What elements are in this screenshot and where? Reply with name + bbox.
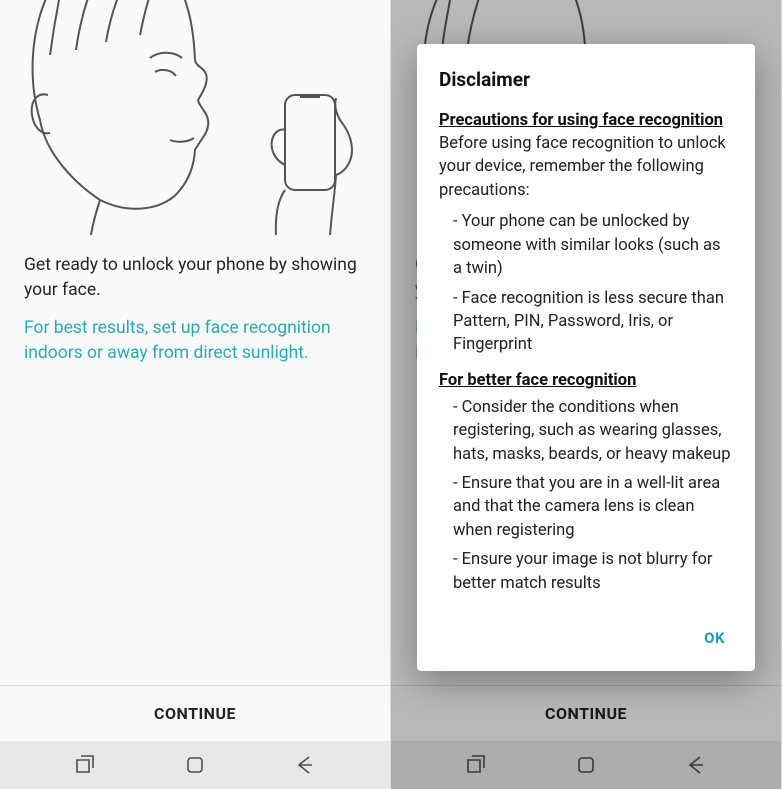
dialog-actions: OK (417, 617, 755, 671)
dialog-content: Disclaimer Precautions for using face re… (417, 44, 755, 617)
precautions-list: - Your phone can be unlocked by someone … (439, 210, 733, 357)
better-recognition-list: - Consider the conditions when registeri… (439, 396, 733, 595)
screen-disclaimer: Get ready to unlock your phone by showin… (391, 0, 782, 789)
precautions-heading: Precautions for using face recognition (439, 111, 733, 130)
back-icon[interactable] (294, 754, 316, 776)
disclaimer-dialog: Disclaimer Precautions for using face re… (417, 44, 755, 671)
list-item: - Ensure that you are in a well-lit area… (453, 472, 733, 542)
list-item: - Consider the conditions when registeri… (453, 396, 733, 466)
ok-button[interactable]: OK (694, 621, 735, 655)
setup-tip-text: For best results, set up face recognitio… (0, 304, 390, 367)
setup-instruction-text: Get ready to unlock your phone by showin… (0, 235, 390, 304)
face-phone-illustration (0, 0, 390, 235)
list-item: - Face recognition is less secure than P… (453, 287, 733, 357)
dialog-title: Disclaimer (439, 68, 733, 91)
content-area: Get ready to unlock your phone by showin… (0, 0, 390, 685)
navigation-bar (0, 741, 390, 789)
better-recognition-heading: For better face recognition (439, 371, 733, 390)
precautions-intro: Before using face recognition to unlock … (439, 132, 733, 202)
screen-setup: Get ready to unlock your phone by showin… (0, 0, 391, 789)
list-item: - Your phone can be unlocked by someone … (453, 210, 733, 280)
home-icon[interactable] (184, 754, 206, 776)
list-item: - Ensure your image is not blurry for be… (453, 548, 733, 595)
face-illustration (0, 0, 390, 235)
recents-icon[interactable] (74, 754, 96, 776)
continue-button[interactable]: CONTINUE (0, 685, 390, 741)
